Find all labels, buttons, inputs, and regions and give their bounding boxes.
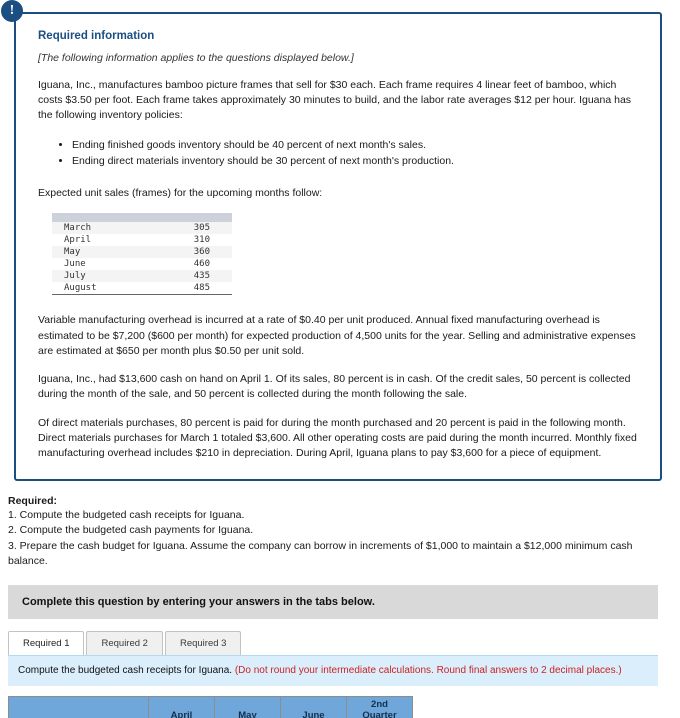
instruction-note: (Do not round your intermediate calculat… [234, 665, 622, 677]
month-label: April [52, 234, 149, 247]
complete-question-banner: Complete this question by entering your … [8, 585, 658, 620]
required-heading: Required: [8, 495, 58, 508]
units-value: 310 [148, 234, 232, 247]
cash-collection-paragraph: Iguana, Inc., had $13,600 cash on hand o… [38, 373, 631, 401]
expected-unit-sales-table: March 305 April 310 May 360 June 460 July 435… [52, 213, 232, 296]
month-label: July [52, 270, 149, 283]
inventory-policy-list: Ending finished goods inventory should b… [38, 137, 642, 171]
required-section: Required: 1. Compute the budgeted cash r… [8, 495, 666, 569]
required-information-card: ! Required information [The following in… [1, 0, 662, 482]
table-row: May 360 [52, 246, 232, 259]
list-item: Ending direct materials inventory should… [72, 153, 642, 170]
column-header-blank [8, 696, 149, 718]
column-header-quarter-total: 2nd Quarter Total [346, 696, 413, 718]
list-item: Ending finished goods inventory should b… [72, 137, 642, 154]
table-header-bar [52, 213, 232, 223]
instruction-main: Compute the budgeted cash receipts for I… [18, 665, 233, 677]
month-label: May [52, 246, 149, 259]
units-value: 460 [148, 258, 232, 271]
column-header-june: June [280, 696, 347, 718]
instruction-band: Compute the budgeted cash receipts for I… [8, 655, 658, 687]
table-header-row: April May June 2nd Quarter Total [8, 696, 413, 718]
overhead-paragraph: Variable manufacturing overhead is incur… [38, 314, 636, 357]
required-item-2: 2. Compute the budgeted cash payments fo… [8, 524, 254, 537]
requirement-tabs: Required 1 Required 2 Required 3 [8, 631, 680, 656]
intro-paragraph: Iguana, Inc., manufactures bamboo pictur… [38, 79, 632, 122]
month-label: August [52, 282, 149, 295]
exclamation-icon: ! [1, 0, 23, 22]
required-item-1: 1. Compute the budgeted cash receipts fo… [8, 509, 245, 522]
table-row: August 485 [52, 282, 232, 295]
units-value: 305 [148, 222, 232, 235]
tab-required-1[interactable]: Required 1 [8, 631, 85, 656]
budgeted-cash-receipts-grid: April May June 2nd Quarter Total Budgete… [8, 696, 413, 718]
table-row: June 460 [52, 258, 232, 271]
month-label: March [52, 222, 149, 235]
required-information-box: Required information [The following info… [14, 12, 662, 482]
table-row: March 305 [52, 222, 232, 235]
required-item-3: 3. Prepare the cash budget for Iguana. A… [8, 539, 633, 567]
required-information-title: Required information [38, 30, 155, 42]
units-value: 485 [148, 282, 232, 295]
units-value: 435 [148, 270, 232, 283]
materials-payment-paragraph: Of direct materials purchases, 80 percen… [38, 416, 637, 459]
table-row: July 435 [52, 270, 232, 283]
applies-note: [The following information applies to th… [38, 52, 354, 64]
column-header-may: May [214, 696, 281, 718]
table-row: April 310 [52, 234, 232, 247]
column-header-april: April [148, 696, 215, 718]
units-value: 360 [148, 246, 232, 259]
tab-required-2[interactable]: Required 2 [86, 631, 163, 656]
month-label: June [52, 258, 149, 271]
tab-required-3[interactable]: Required 3 [164, 631, 242, 656]
expected-sales-lead: Expected unit sales (frames) for the upc… [38, 187, 323, 200]
